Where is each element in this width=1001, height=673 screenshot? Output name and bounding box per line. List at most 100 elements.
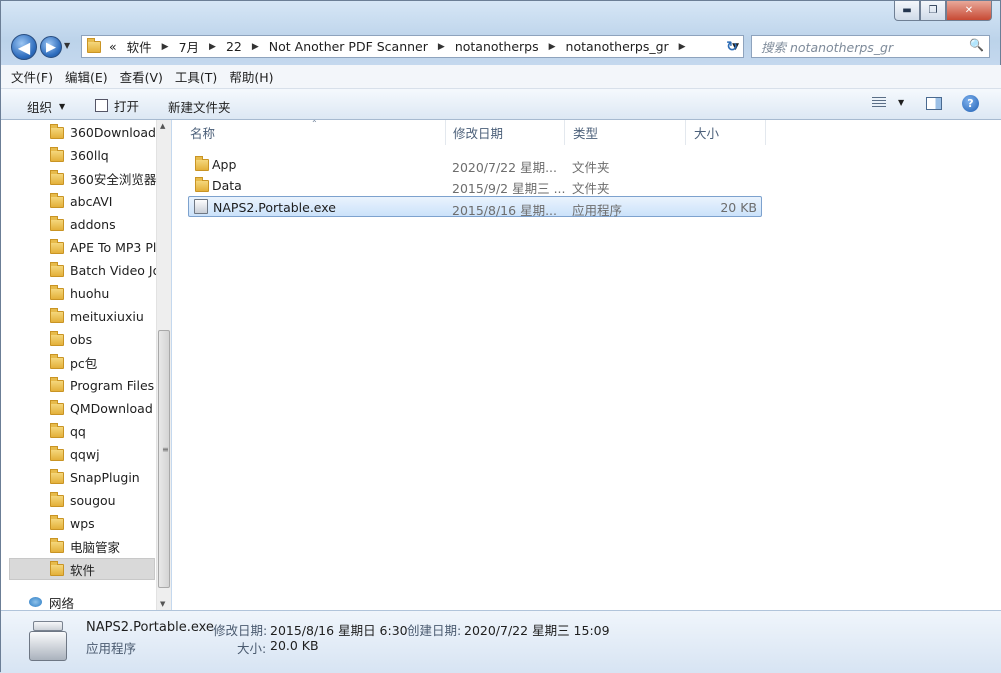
preview-pane-button[interactable]	[926, 97, 942, 110]
sidebar-item[interactable]: 360Downloads	[70, 121, 156, 143]
menu-edit[interactable]: 编辑(E)	[65, 67, 108, 86]
explorer-window: ▬ ❐ ✕ ◀ ▶ ▼ « 软件 ▶ 7月 ▶ 22 ▶ Not Another…	[0, 0, 1001, 673]
folder-icon	[50, 285, 64, 300]
column-size-label: 大小	[694, 126, 720, 141]
new-folder-button[interactable]: 新建文件夹	[168, 97, 231, 116]
sidebar-item[interactable]: meituxiuxiu	[70, 305, 156, 327]
column-header-type[interactable]: 类型	[565, 120, 686, 145]
details-pane: NAPS2.Portable.exe 应用程序 修改日期: 2015/8/16 …	[1, 610, 1001, 673]
scroll-down-arrow[interactable]: ▼	[160, 600, 165, 608]
sidebar-item[interactable]: addons	[70, 213, 156, 235]
file-row[interactable]: Data 2015/9/2 星期三 ... 文件夹	[188, 175, 762, 196]
breadcrumb-item[interactable]: 22	[226, 39, 242, 54]
folder-icon	[50, 423, 64, 438]
folder-icon	[50, 262, 64, 277]
sidebar-item[interactable]: QMDownload	[70, 397, 156, 419]
file-row[interactable]: App 2020/7/22 星期... 文件夹	[188, 154, 762, 175]
breadcrumb-separator-icon[interactable]: ▶	[162, 42, 169, 52]
breadcrumb-separator-icon[interactable]: ▶	[438, 42, 445, 52]
sidebar-item[interactable]: obs	[70, 328, 156, 350]
details-created-value: 2020/7/22 星期三 15:09	[464, 623, 610, 638]
breadcrumb-separator-icon[interactable]: ▶	[679, 42, 686, 52]
folder-icon	[50, 308, 64, 323]
column-header-date[interactable]: 修改日期	[445, 120, 565, 145]
menu-file[interactable]: 文件(F)	[11, 67, 53, 86]
breadcrumb-separator-icon[interactable]: ▶	[209, 42, 216, 52]
details-modified-label: 修改日期:	[213, 623, 268, 638]
menu-tools[interactable]: 工具(T)	[175, 67, 217, 86]
details-modified-value: 2015/8/16 星期日 6:30	[270, 623, 408, 638]
menu-view[interactable]: 查看(V)	[120, 67, 163, 86]
sidebar-item[interactable]: wps	[70, 512, 156, 534]
file-row-selected[interactable]: NAPS2.Portable.exe 2015/8/16 星期... 应用程序 …	[188, 196, 762, 218]
organize-button[interactable]: 组织 ▼	[27, 97, 65, 116]
sidebar-item[interactable]: qqwj	[70, 443, 156, 465]
sidebar-item[interactable]: qq	[70, 420, 156, 442]
breadcrumb-separator-icon[interactable]: ▶	[549, 42, 556, 52]
folder-icon	[50, 193, 64, 208]
search-icon[interactable]: 🔍	[969, 38, 984, 52]
file-date: 2020/7/22 星期...	[452, 160, 557, 175]
scroll-up-arrow[interactable]: ▲	[160, 122, 165, 130]
recent-pages-dropdown[interactable]: ▼	[64, 41, 70, 50]
chevron-down-icon: ▼	[59, 102, 66, 111]
address-overflow[interactable]: «	[109, 39, 117, 54]
sidebar-item[interactable]: Program Files	[70, 374, 156, 396]
details-size-label: 大小:	[237, 641, 267, 656]
folder-icon	[50, 216, 64, 231]
breadcrumb-item[interactable]: notanotherps_gr	[566, 39, 669, 54]
open-icon	[95, 99, 108, 112]
maximize-button[interactable]: ❐	[920, 1, 946, 21]
sidebar-item[interactable]: pc包	[70, 351, 156, 373]
sidebar-item[interactable]: sougou	[70, 489, 156, 511]
column-date-label: 修改日期	[453, 126, 504, 141]
details-kind: 应用程序	[86, 641, 137, 656]
sidebar-item[interactable]: SnapPlugin	[70, 466, 156, 488]
new-folder-label: 新建文件夹	[168, 100, 231, 115]
back-button[interactable]: ◀	[11, 34, 37, 60]
folder-icon	[195, 177, 209, 192]
folder-icon	[50, 515, 64, 530]
sidebar-item[interactable]: 电脑管家	[70, 535, 156, 557]
folder-icon	[50, 377, 64, 392]
network-icon	[29, 597, 42, 607]
forward-button[interactable]: ▶	[40, 36, 62, 58]
details-size-value: 20.0 KB	[270, 638, 319, 653]
breadcrumb-separator-icon[interactable]: ▶	[252, 42, 259, 52]
folder-icon	[50, 492, 64, 507]
view-options-button[interactable]: ▼	[872, 97, 904, 108]
sidebar-item[interactable]: huohu	[70, 282, 156, 304]
sidebar-item[interactable]: 软件	[70, 558, 156, 580]
column-header-size[interactable]: 大小	[686, 120, 766, 145]
sidebar-item[interactable]: 360安全浏览器下载	[70, 167, 156, 189]
close-button[interactable]: ✕	[946, 1, 992, 21]
sidebar-item[interactable]: 360llq	[70, 144, 156, 166]
address-bar[interactable]: « 软件 ▶ 7月 ▶ 22 ▶ Not Another PDF Scanner…	[81, 35, 744, 58]
file-type: 文件夹	[572, 181, 610, 196]
sidebar-item-network[interactable]: 网络	[49, 591, 157, 611]
refresh-button[interactable]: ↻	[721, 36, 743, 57]
breadcrumb-item[interactable]: 软件	[127, 37, 152, 56]
folder-icon	[50, 124, 64, 139]
navigation-scrollbar[interactable]: ▲ ≡ ▼	[156, 120, 171, 610]
breadcrumb-item[interactable]: notanotherps	[455, 39, 539, 54]
scrollbar-thumb[interactable]: ≡	[158, 330, 170, 588]
help-button[interactable]: ?	[962, 95, 979, 112]
search-input[interactable]: 搜索 notanotherps_gr 🔍	[751, 35, 990, 58]
chevron-down-icon: ▼	[898, 98, 905, 107]
folder-icon	[50, 239, 64, 254]
navigation-pane: 360Downloads360llq360安全浏览器下载abcAVIaddons…	[1, 120, 171, 610]
file-name: NAPS2.Portable.exe	[213, 200, 336, 215]
breadcrumb-item[interactable]: Not Another PDF Scanner	[269, 39, 428, 54]
folder-icon	[50, 170, 64, 185]
sidebar-item[interactable]: abcAVI	[70, 190, 156, 212]
help-icon: ?	[967, 97, 974, 110]
menu-help[interactable]: 帮助(H)	[229, 67, 273, 86]
breadcrumb-item[interactable]: 7月	[179, 37, 199, 56]
column-header-name[interactable]: 名称	[182, 120, 446, 145]
sidebar-item[interactable]: APE To MP3 Pl	[70, 236, 156, 258]
open-button[interactable]: 打开	[95, 96, 139, 115]
minimize-button[interactable]: ▬	[894, 1, 920, 21]
folder-icon	[195, 156, 209, 171]
sidebar-item[interactable]: Batch Video Jo	[70, 259, 156, 281]
